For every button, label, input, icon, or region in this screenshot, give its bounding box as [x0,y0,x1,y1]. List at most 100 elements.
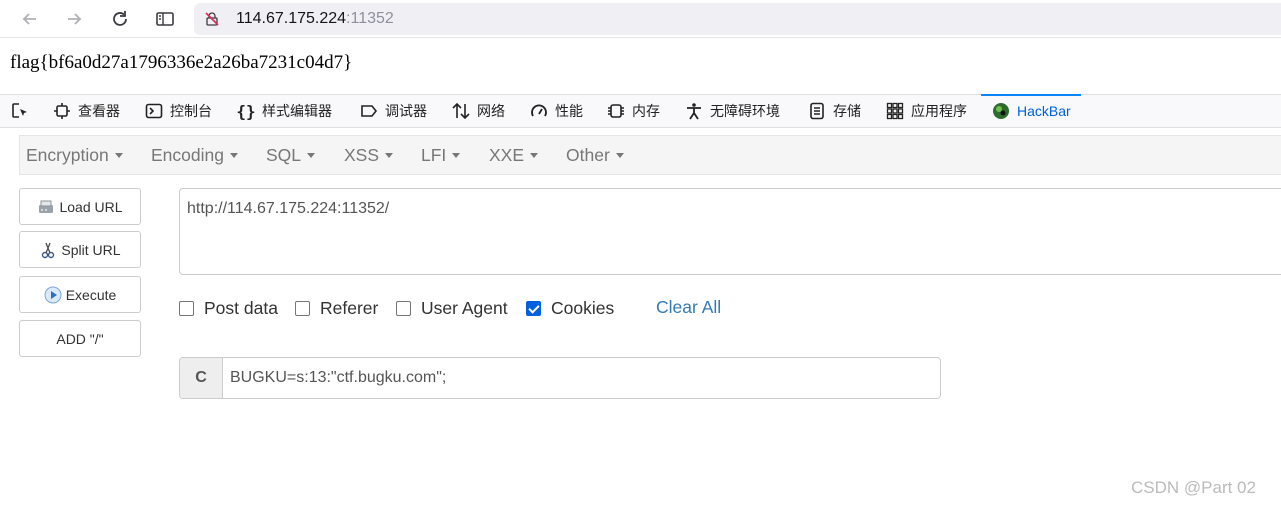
button-label: ADD "/" [56,330,104,347]
button-label: Split URL [61,241,121,258]
arrow-left-icon [22,13,36,25]
button-label: Load URL [59,198,123,215]
caret-down-icon [114,153,123,158]
tab-label: 调试器 [385,103,427,119]
load-url-icon [37,198,55,216]
inspector-icon [52,101,72,121]
debugger-icon [359,101,379,121]
clear-all-link[interactable]: Clear All [656,297,721,318]
cookie-input[interactable]: BUGKU=s:13:"ctf.bugku.com"; [230,369,446,387]
play-icon [44,286,62,304]
checkbox-label: User Agent [421,297,508,318]
caret-down-icon [385,153,394,158]
network-icon [451,101,471,121]
tab-performance[interactable]: 性能 [529,95,583,127]
menu-label: XSS [344,145,380,165]
sidebar-toggle-button[interactable] [153,7,177,31]
menu-label: Encryption [26,145,109,165]
tab-console[interactable]: 控制台 [144,95,212,127]
back-button[interactable] [18,7,42,31]
insecure-lock-icon [205,12,219,26]
cookie-addon-label: C [180,358,223,398]
style-editor-icon: {} [236,101,256,121]
caret-down-icon [530,153,539,158]
checkbox-box[interactable] [396,300,411,316]
element-picker-icon [12,103,27,118]
menu-xss[interactable]: XSS [344,145,394,166]
tab-accessibility[interactable]: 无障碍环境 [684,95,780,127]
storage-icon [807,101,827,121]
tab-application[interactable]: 应用程序 [885,95,967,127]
tab-debugger[interactable]: 调试器 [359,95,427,127]
tab-inspector[interactable]: 查看器 [52,95,120,127]
checkbox-label: Referer [320,297,379,318]
scissors-icon [39,241,57,259]
tab-label: HackBar [1017,103,1071,119]
address-url: 114.67.175.224:11352 [236,10,394,28]
execute-button[interactable]: Execute [19,276,141,313]
menu-encryption[interactable]: Encryption [26,145,123,166]
checkbox-box[interactable] [295,300,310,316]
tab-label: 无障碍环境 [710,103,780,119]
tab-label: 样式编辑器 [262,103,332,119]
caret-down-icon [615,153,624,158]
menu-xxe[interactable]: XXE [489,145,539,166]
performance-icon [529,101,549,121]
cookies-checkbox[interactable]: Cookies [526,297,614,319]
checkbox-box[interactable] [179,300,194,316]
tab-storage[interactable]: 存储 [807,95,861,127]
tab-label: 控制台 [170,103,212,119]
application-icon [885,101,905,121]
split-url-button[interactable]: Split URL [19,231,141,268]
url-host: 114.67.175.224 [236,10,347,27]
console-icon [144,101,164,121]
menu-label: XXE [489,145,525,165]
tab-network[interactable]: 网络 [451,95,505,127]
url-port: :11352 [346,10,394,27]
forward-button[interactable] [62,7,86,31]
tab-label: 存储 [833,103,861,119]
post-data-checkbox[interactable]: Post data [179,297,278,319]
url-textarea[interactable]: http://114.67.175.224:11352/ [179,188,1281,275]
menu-label: Other [566,145,610,165]
button-label: Execute [65,286,117,303]
accessibility-icon [684,101,704,121]
checkbox-label: Post data [204,297,278,318]
tab-hackbar[interactable]: HackBar [981,94,1081,127]
caret-down-icon [452,153,461,158]
arrow-right-icon [68,13,82,25]
sidebar-icon [156,12,174,26]
watermark: CSDN @Part 02 [1131,478,1256,497]
tab-label: 应用程序 [911,103,967,119]
menu-other[interactable]: Other [566,145,624,166]
menu-label: SQL [266,145,302,165]
add-slash-button[interactable]: ADD "/" [19,320,141,357]
checkbox-label: Cookies [551,297,615,318]
tab-memory[interactable]: 内存 [606,95,660,127]
url-value: http://114.67.175.224:11352/ [187,200,390,217]
tab-label: 性能 [555,103,583,119]
element-picker-button[interactable] [0,95,40,127]
menu-encoding[interactable]: Encoding [151,145,238,166]
reload-icon [113,11,127,26]
user-agent-checkbox[interactable]: User Agent [396,297,508,319]
tab-label: 网络 [477,103,505,119]
cookie-input-group: C BUGKU=s:13:"ctf.bugku.com"; [179,357,941,399]
checkbox-box-checked[interactable] [526,300,541,316]
tab-style-editor[interactable]: {} 样式编辑器 [236,95,332,127]
tab-label: 查看器 [78,103,120,119]
caret-down-icon [307,153,316,158]
memory-icon [606,101,626,121]
hackbar-icon [991,101,1011,121]
reload-button[interactable] [108,7,132,31]
menu-label: LFI [421,145,447,165]
menu-lfi[interactable]: LFI [421,145,461,166]
load-url-button[interactable]: Load URL [19,188,141,225]
tab-label: 内存 [632,103,660,119]
menu-label: Encoding [151,145,224,165]
flag-text: flag{bf6a0d27a1796336e2a26ba7231c04d7} [10,52,353,73]
menu-sql[interactable]: SQL [266,145,316,166]
caret-down-icon [229,153,238,158]
referer-checkbox[interactable]: Referer [295,297,378,319]
address-bar[interactable]: 114.67.175.224:11352 [194,3,1281,35]
